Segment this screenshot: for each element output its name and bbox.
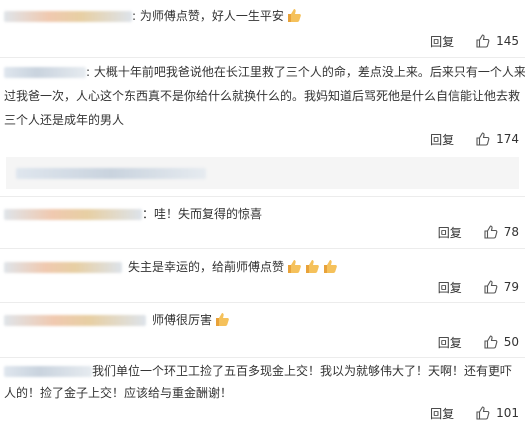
- comment-actions: 回复 79: [438, 279, 519, 295]
- comment-actions: 回复 145: [430, 33, 519, 49]
- comment-text: : 为师傅点赞，好人一生平安: [4, 7, 519, 24]
- comment-text: : 大概十年前吧我爸说他在长江里救了三个人的命，差点没上来。后来只有一个人来看: [4, 64, 525, 80]
- thumbs-up-emoji-icon: [286, 7, 302, 23]
- comment-line: 我们单位一个环卫工捡了五百多现金上交！我以为就够伟大了！天啊！还有更吓: [92, 364, 513, 378]
- comment-line: 人的！捡了金子上交！应该给与重金酬谢！: [4, 386, 233, 400]
- thumbs-up-outline-icon[interactable]: [476, 132, 490, 146]
- thumbs-up-outline-icon[interactable]: [484, 335, 498, 349]
- thumbs-up-outline-icon[interactable]: [476, 34, 490, 48]
- like-count: 145: [496, 34, 519, 48]
- comment-actions: 回复 101: [430, 405, 519, 421]
- comment-line: 三个人还是成年的男人: [4, 113, 125, 127]
- thumbs-up-emoji-icon: [304, 258, 320, 274]
- redacted-username[interactable]: [4, 315, 146, 326]
- redacted-username[interactable]: [4, 262, 122, 273]
- redacted-username[interactable]: [4, 11, 132, 22]
- like-count: 79: [503, 280, 519, 294]
- redacted-username[interactable]: [4, 366, 92, 377]
- comment-line: 过我爸一次，人心这个东西真不是你给什么就换什么的。我妈知道后骂死他是什么自信能让…: [4, 89, 521, 103]
- comment-actions: 回复 174: [430, 131, 519, 147]
- divider: [0, 57, 525, 58]
- thumbs-up-emoji-icon: [322, 258, 338, 274]
- like-count: 174: [496, 132, 519, 146]
- reply-button[interactable]: 回复: [438, 224, 462, 241]
- divider: [0, 302, 525, 303]
- comment-actions: 回复 78: [438, 224, 519, 240]
- comment-line: : 为师傅点赞，好人一生平安: [132, 9, 284, 23]
- comment-text: ：哇！失而复得的惊喜: [4, 206, 519, 222]
- comment-text: 师傅很厉害: [4, 311, 519, 328]
- divider: [0, 248, 525, 249]
- comment-line: 失主是幸运的，给萷师傅点赞: [128, 260, 285, 274]
- thumbs-up-outline-icon[interactable]: [484, 225, 498, 239]
- comment-line: 师傅很厉害: [152, 313, 213, 327]
- reply-button[interactable]: 回复: [430, 405, 454, 422]
- reply-preview-box[interactable]: [6, 157, 519, 189]
- comment-line: : 大概十年前吧我爸说他在长江里救了三个人的命，差点没上来。后来只有一个人来看: [86, 65, 525, 79]
- reply-button[interactable]: 回复: [438, 334, 462, 351]
- thumbs-up-outline-icon[interactable]: [484, 280, 498, 294]
- thumbs-up-emoji-icon: [286, 258, 302, 274]
- comment-actions: 回复 50: [438, 334, 519, 350]
- thumbs-up-emoji-icon: [214, 311, 230, 327]
- reply-button[interactable]: 回复: [430, 33, 454, 50]
- comment-text: 我们单位一个环卫工捡了五百多现金上交！我以为就够伟大了！天啊！还有更吓: [4, 363, 519, 379]
- divider: [0, 196, 525, 197]
- like-count: 78: [503, 225, 519, 239]
- redacted-username[interactable]: [4, 209, 142, 220]
- comment-line: ：哇！失而复得的惊喜: [142, 207, 263, 221]
- redacted-reply-text: [16, 168, 206, 179]
- reply-button[interactable]: 回复: [438, 279, 462, 296]
- comment-text: 失主是幸运的，给萷师傅点赞: [4, 258, 519, 275]
- redacted-username[interactable]: [4, 67, 86, 78]
- divider: [0, 357, 525, 358]
- reply-button[interactable]: 回复: [430, 131, 454, 148]
- like-count: 50: [503, 335, 519, 349]
